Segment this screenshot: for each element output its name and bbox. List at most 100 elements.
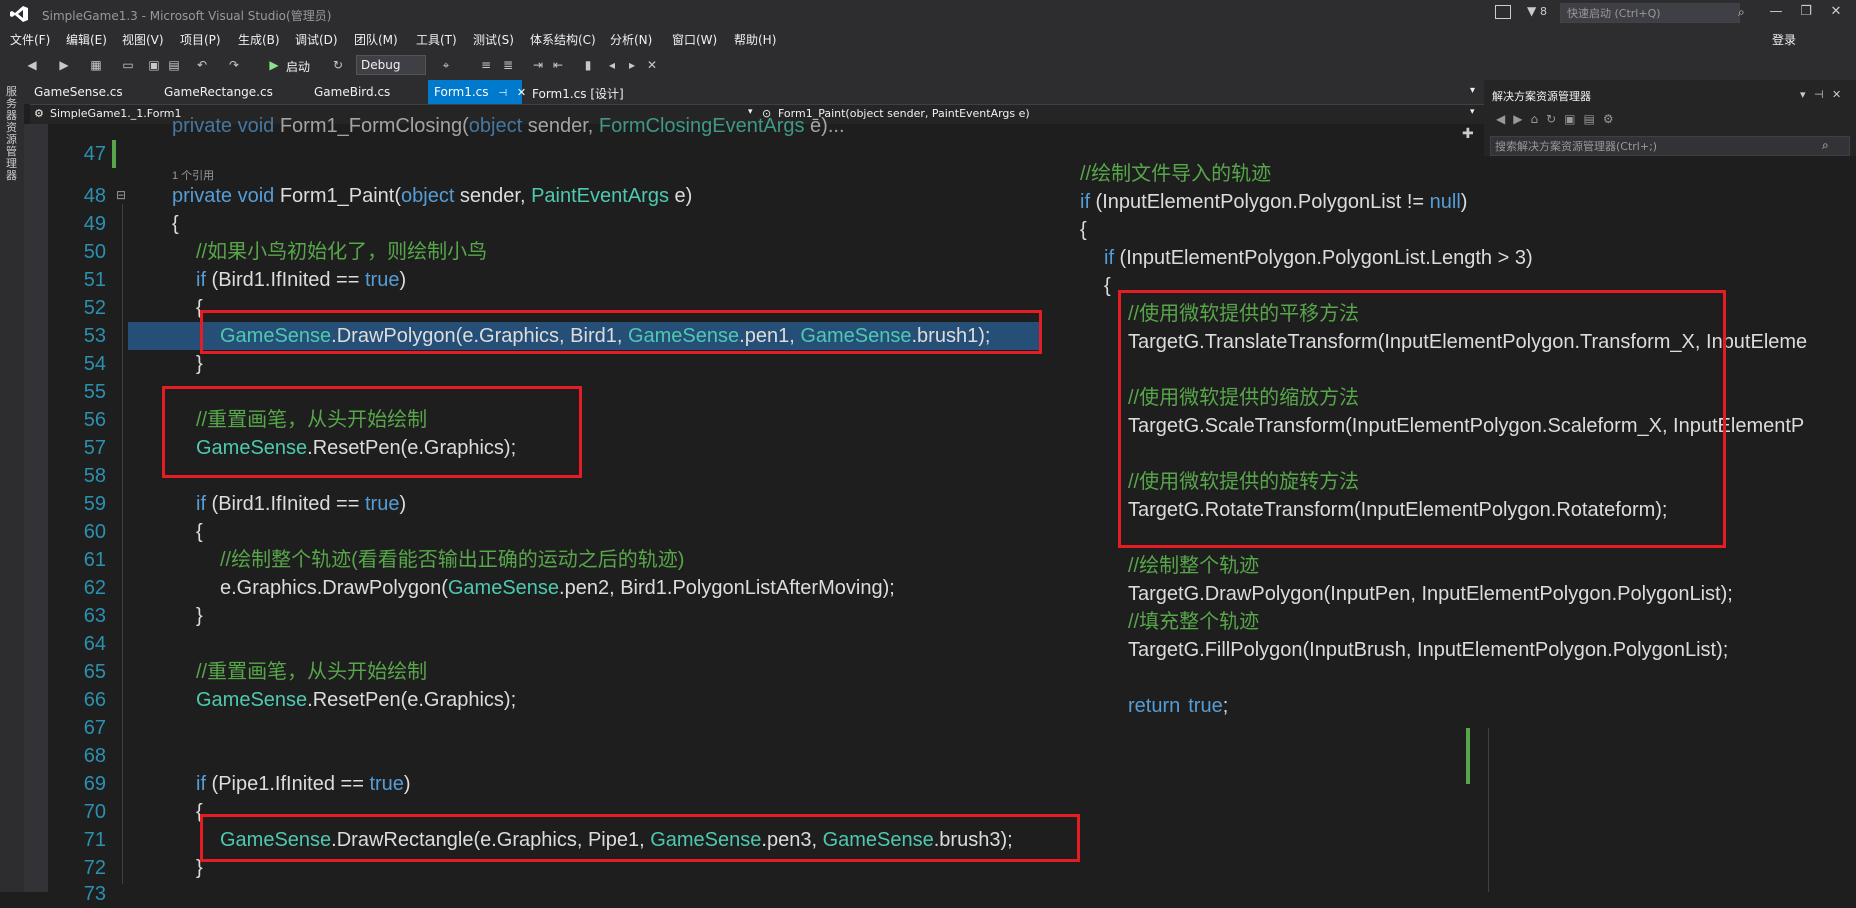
menu-debug[interactable]: 调试(D) bbox=[295, 31, 338, 48]
reference-count[interactable]: 1 个引用 bbox=[172, 164, 214, 182]
code-line-62: e.Graphics.DrawPolygon(GameSense.pen2, B… bbox=[220, 574, 895, 602]
tab-form1-code[interactable]: Form1.cs ⊣ ✕ bbox=[428, 80, 526, 104]
line-number: 56 bbox=[83, 409, 106, 431]
bookmark-icon[interactable]: ▮ bbox=[580, 57, 596, 73]
close-tab-icon[interactable]: ✕ bbox=[517, 86, 526, 99]
line-number: 51 bbox=[83, 269, 106, 291]
pin-panel-icon[interactable]: ⊣ bbox=[1814, 88, 1824, 101]
outdent-icon[interactable]: ⇤ bbox=[550, 57, 566, 73]
menu-help[interactable]: 帮助(H) bbox=[734, 31, 776, 48]
panel-dropdown-icon[interactable]: ▾ bbox=[1800, 88, 1806, 101]
annotation-box-drawpolygon bbox=[200, 310, 1042, 354]
tab-gamerectange[interactable]: GameRectange.cs bbox=[164, 85, 273, 99]
menu-team[interactable]: 团队(M) bbox=[354, 31, 398, 48]
redo-icon[interactable]: ↷ bbox=[226, 57, 242, 73]
menu-analyze[interactable]: 分析(N) bbox=[610, 31, 652, 48]
visual-studio-logo-icon bbox=[10, 6, 28, 22]
collapse-all-icon[interactable]: ▣ bbox=[1564, 112, 1583, 126]
back-icon[interactable]: ◀ bbox=[1496, 112, 1513, 126]
refresh-icon[interactable]: ↻ bbox=[330, 57, 346, 73]
menu-architecture[interactable]: 体系结构(C) bbox=[530, 31, 596, 48]
start-button[interactable]: 启动 bbox=[286, 58, 310, 75]
tx: e.Graphics.DrawPolygon( bbox=[220, 577, 448, 599]
forward-icon[interactable]: ▶ bbox=[1513, 112, 1530, 126]
show-all-icon[interactable]: ▤ bbox=[1584, 112, 1603, 126]
overlay-line-if: if (InputElementPolygon.PolygonList != n… bbox=[1080, 188, 1467, 216]
tx: ) bbox=[1460, 191, 1468, 213]
properties-icon[interactable]: ⚙ bbox=[1603, 112, 1622, 126]
menu-build[interactable]: 生成(B) bbox=[238, 31, 280, 48]
kw: true bbox=[364, 493, 400, 515]
overlay-line-return: return true; bbox=[1128, 692, 1228, 720]
notification-icon[interactable] bbox=[1495, 5, 1511, 19]
toolbar: ◀ ▶ ▦ ▭ ▣ ▤ ↶ ↷ ▶ 启动 ↻ Debug ⌖ ≡ ≣ ⇥ ⇤ ▮… bbox=[0, 50, 1856, 80]
line-number: 49 bbox=[83, 213, 106, 235]
find-icon[interactable]: ⌖ bbox=[438, 57, 454, 73]
menu-window[interactable]: 窗口(W) bbox=[672, 31, 717, 48]
undo-icon[interactable]: ↶ bbox=[194, 57, 210, 73]
collapse-icon[interactable]: ⊟ bbox=[116, 188, 126, 202]
search-icon: ⌕ bbox=[1738, 5, 1745, 19]
save-icon[interactable]: ▣ bbox=[146, 57, 162, 73]
kw: true bbox=[364, 269, 400, 291]
clear-bookmarks-icon[interactable]: ✕ bbox=[644, 57, 660, 73]
prev-bookmark-icon[interactable]: ◂ bbox=[604, 57, 620, 73]
kw: object bbox=[468, 115, 523, 137]
forward-icon[interactable]: ▶ bbox=[56, 57, 72, 73]
line-number: 70 bbox=[83, 801, 106, 823]
minimize-button[interactable]: — bbox=[1766, 4, 1786, 22]
sync-icon[interactable]: ↻ bbox=[1546, 112, 1564, 126]
change-marker bbox=[112, 140, 116, 168]
tx: .pen2, Bird1.PolygonListAfterMoving); bbox=[559, 577, 895, 599]
kw: true bbox=[369, 773, 404, 795]
solution-search-input[interactable]: 搜索解决方案资源管理器(Ctrl+;) bbox=[1490, 136, 1850, 156]
uncomment-icon[interactable]: ≣ bbox=[500, 57, 516, 73]
menu-view[interactable]: 视图(V) bbox=[122, 31, 164, 48]
editor-margin bbox=[24, 124, 48, 892]
maximize-button[interactable]: ❐ bbox=[1796, 4, 1816, 22]
quick-launch-input[interactable]: 快速启动 (Ctrl+Q) bbox=[1560, 3, 1740, 23]
line-number: 58 bbox=[83, 465, 106, 487]
tab-gamesense[interactable]: GameSense.cs bbox=[34, 85, 123, 99]
login-link[interactable]: 登录 bbox=[1772, 31, 1796, 48]
overlay-line-fill: TargetG.FillPolygon(InputBrush, InputEle… bbox=[1128, 639, 1729, 661]
menu-tools[interactable]: 工具(T) bbox=[416, 31, 457, 48]
menu-edit[interactable]: 编辑(E) bbox=[66, 31, 107, 48]
back-icon[interactable]: ◀ bbox=[24, 57, 40, 73]
save-all-icon[interactable]: ▤ bbox=[166, 57, 182, 73]
close-panel-icon[interactable]: ✕ bbox=[1832, 88, 1841, 101]
pin-icon[interactable]: ⊣ bbox=[498, 88, 507, 99]
line-number: 59 bbox=[83, 493, 106, 515]
new-project-icon[interactable]: ▦ bbox=[88, 57, 104, 73]
line-number: 67 bbox=[83, 717, 106, 739]
start-icon[interactable]: ▶ bbox=[266, 57, 282, 73]
tx: ) bbox=[399, 269, 407, 291]
close-button[interactable]: ✕ bbox=[1826, 4, 1846, 22]
server-explorer-tab[interactable]: 服务器资源管理器 bbox=[6, 86, 20, 182]
menu-project[interactable]: 项目(P) bbox=[180, 31, 221, 48]
line-number: 61 bbox=[83, 549, 106, 571]
next-bookmark-icon[interactable]: ▸ bbox=[624, 57, 640, 73]
code-line-54: } bbox=[196, 353, 203, 375]
open-icon[interactable]: ▭ bbox=[120, 57, 136, 73]
member-dropdown-arrow-icon[interactable]: ▾ bbox=[1470, 107, 1475, 117]
tab-form1-designer[interactable]: Form1.cs [设计] bbox=[532, 85, 624, 102]
ty: GameSense bbox=[196, 689, 308, 711]
comment-icon[interactable]: ≡ bbox=[478, 57, 494, 73]
split-icon[interactable]: ✚ bbox=[1462, 126, 1474, 142]
tab-overflow-icon[interactable]: ▾ bbox=[1470, 85, 1475, 96]
line-number: 63 bbox=[83, 605, 106, 627]
tx: (InputElementPolygon.PolygonList.Length … bbox=[1114, 247, 1533, 269]
feedback-filter-icon[interactable]: ▼ bbox=[1527, 4, 1536, 18]
tab-gamebird[interactable]: GameBird.cs bbox=[314, 85, 390, 99]
class-dropdown[interactable]: SimpleGame1._1.Form1 bbox=[50, 107, 182, 120]
menu-file[interactable]: 文件(F) bbox=[10, 31, 50, 48]
code-line-60: { bbox=[196, 521, 203, 543]
search-icon: ⌕ bbox=[1822, 138, 1829, 152]
configuration-dropdown[interactable]: Debug bbox=[356, 55, 426, 75]
menu-test[interactable]: 测试(S) bbox=[473, 31, 514, 48]
tx: e)... bbox=[804, 115, 845, 137]
home-icon[interactable]: ⌂ bbox=[1530, 112, 1546, 126]
tab-form1-label: Form1.cs bbox=[434, 85, 489, 99]
indent-icon[interactable]: ⇥ bbox=[530, 57, 546, 73]
